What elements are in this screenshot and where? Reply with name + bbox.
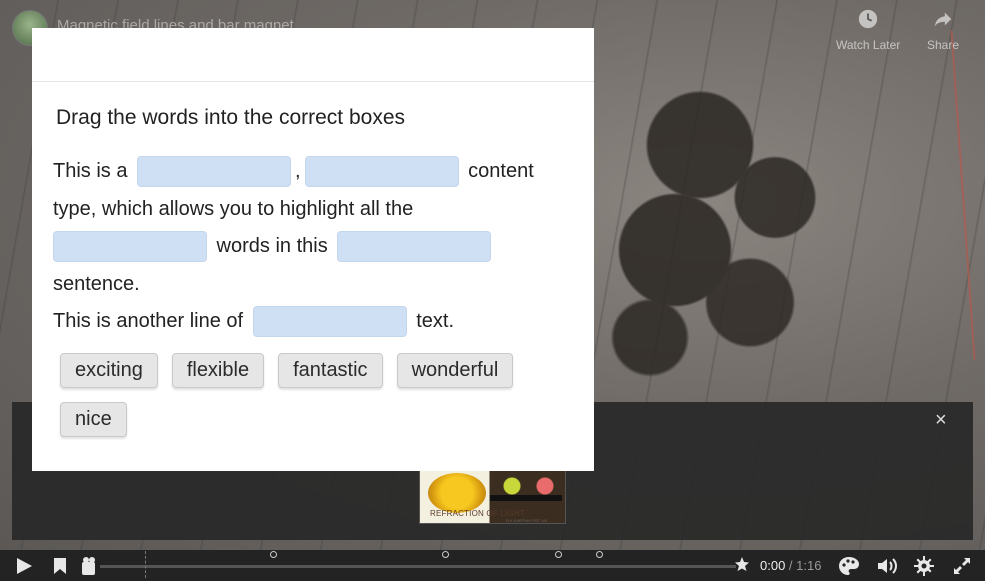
timeline-marker[interactable] (442, 551, 449, 558)
clock-icon (858, 9, 878, 29)
drop-zone-1[interactable] (137, 156, 292, 188)
video-content-line (950, 30, 976, 360)
current-time: 0:00 (760, 558, 786, 573)
timeline-marker[interactable] (555, 551, 562, 558)
draggable-words: exciting flexible fantastic wonderful ni… (60, 352, 560, 437)
drop-zone-2[interactable] (304, 156, 459, 188)
sentence-text: This is a (53, 160, 134, 182)
watch-later-label: Watch Later (836, 38, 901, 52)
timeline-divider (145, 551, 146, 578)
star-icon[interactable] (734, 556, 750, 574)
close-icon[interactable]: × (935, 410, 947, 430)
share-arrow-icon (934, 12, 952, 27)
share-button[interactable]: Share (927, 8, 959, 52)
video-content-debris (600, 40, 850, 390)
interaction-icon[interactable] (80, 556, 98, 576)
duration: 1:16 (796, 558, 822, 573)
sentence-text: words in this (211, 235, 334, 257)
share-label: Share (927, 38, 960, 52)
sentence-text: text. (410, 310, 455, 332)
timeline-marker[interactable] (270, 551, 277, 558)
watch-later-button[interactable]: Watch Later (836, 8, 900, 52)
thumbnail-lemon-image (428, 473, 486, 513)
draggable-word-flexible[interactable]: flexible (171, 352, 265, 388)
sentence-text: sentence. (53, 272, 140, 295)
draggable-word-nice[interactable]: nice (60, 401, 127, 437)
thumbnail-bar (490, 495, 562, 501)
draggable-word-fantastic[interactable]: fantastic (278, 352, 383, 388)
time-display: 0:00 / 1:16 (760, 558, 821, 573)
draggable-word-exciting[interactable]: exciting (60, 352, 158, 388)
dialog-body: Drag the words into the correct boxes Th… (32, 82, 594, 437)
sentence-text: This is another line of (53, 310, 249, 332)
fullscreen-icon[interactable] (952, 556, 972, 576)
palette-icon[interactable] (838, 556, 860, 576)
drop-zone-5[interactable] (252, 306, 407, 338)
timeline-marker[interactable] (596, 551, 603, 558)
dialog-instructions: Drag the words into the correct boxes (56, 106, 406, 129)
gear-icon[interactable] (914, 556, 934, 576)
time-separator: / (785, 558, 797, 573)
drop-zone-3[interactable] (53, 231, 207, 263)
drag-words-dialog: Drag the words into the correct boxes Th… (32, 28, 594, 471)
bookmark-icon[interactable] (52, 556, 68, 576)
draggable-word-wonderful[interactable]: wonderful (396, 352, 514, 388)
thumbnail-objects-image (500, 475, 560, 497)
progress-bar[interactable] (100, 565, 736, 568)
play-icon[interactable] (14, 556, 34, 576)
volume-icon[interactable] (876, 556, 898, 576)
related-video-thumbnail[interactable]: REFRACTION OF LIGHT R.K.KARTHIK PST 1/A (419, 470, 566, 524)
thumbnail-caption: REFRACTION OF LIGHT (430, 509, 525, 518)
sentence-text: , (295, 160, 301, 182)
drag-text-task: This is a , content type, which allows y… (53, 153, 573, 341)
drop-zone-4[interactable] (337, 231, 492, 263)
thumbnail-small-text: R.K.KARTHIK PST 1/A (506, 518, 547, 523)
dialog-header (32, 28, 594, 82)
